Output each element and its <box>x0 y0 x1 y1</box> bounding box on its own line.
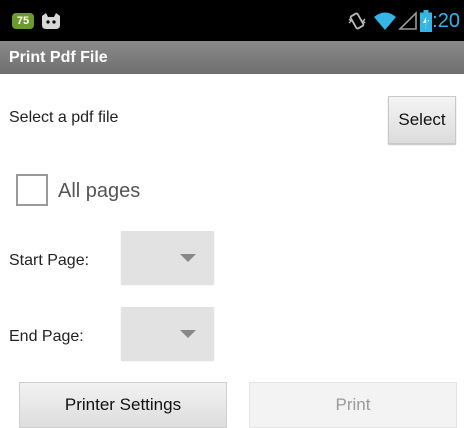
notification-badge: 75 <box>12 13 34 29</box>
select-prompt-label: Select a pdf file <box>9 109 119 126</box>
status-time: 1:20 <box>421 10 460 32</box>
print-button[interactable]: Print <box>249 382 457 428</box>
printer-settings-button[interactable]: Printer Settings <box>19 382 227 428</box>
dropdown-arrow-icon <box>180 330 196 338</box>
page-title: Print Pdf File <box>9 49 108 66</box>
signal-icon <box>398 11 417 30</box>
end-page-label: End Page: <box>9 328 84 345</box>
end-page-spinner[interactable] <box>121 307 214 360</box>
vibrate-icon <box>348 12 366 30</box>
all-pages-checkbox[interactable] <box>16 174 48 206</box>
start-page-label: Start Page: <box>9 252 90 269</box>
cat-icon <box>42 13 60 29</box>
wifi-icon <box>374 12 396 30</box>
status-bar: 75 1:20 <box>0 0 464 41</box>
title-bar: Print Pdf File <box>0 41 464 74</box>
dropdown-arrow-icon <box>180 254 196 262</box>
all-pages-label[interactable]: All pages <box>58 179 140 203</box>
start-page-spinner[interactable] <box>121 231 214 284</box>
select-button[interactable]: Select <box>388 96 456 144</box>
